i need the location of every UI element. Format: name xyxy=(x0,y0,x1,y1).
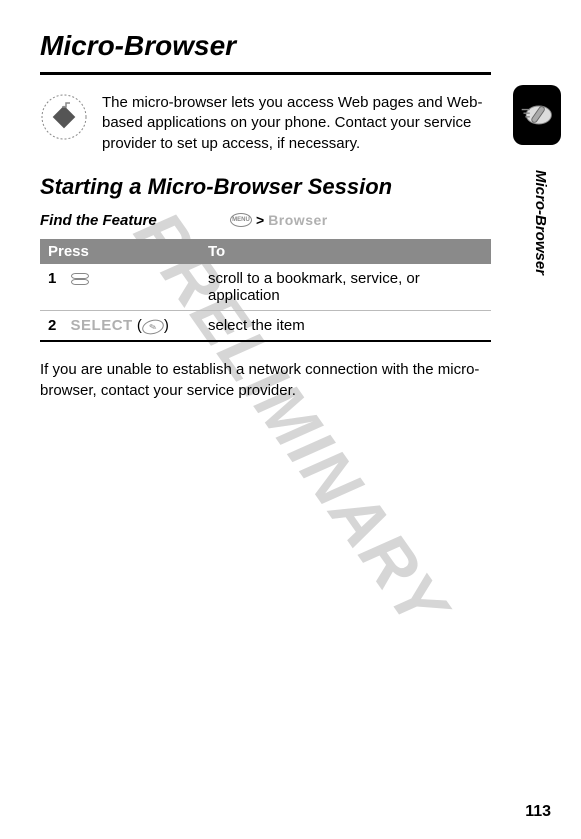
menu-key-icon: MENU xyxy=(230,213,252,227)
intro-section: The micro-browser lets you access Web pa… xyxy=(40,93,491,154)
network-subscription-icon xyxy=(40,93,88,141)
path-separator: > xyxy=(256,212,264,228)
step-description: scroll to a bookmark, service, or applic… xyxy=(200,264,491,311)
step-number: 2 xyxy=(48,317,56,334)
intro-text: The micro-browser lets you access Web pa… xyxy=(102,93,491,154)
note-text: If you are unable to establish a network… xyxy=(40,360,491,401)
step-description: select the item xyxy=(200,310,491,341)
page-number: 113 xyxy=(525,803,551,821)
table-row: 2 SELECT (✎) select the item xyxy=(40,310,491,341)
steps-table: Press To 1 scroll to a bookmark, service… xyxy=(40,239,491,343)
table-header-to: To xyxy=(200,239,491,264)
page-title: Micro-Browser xyxy=(40,30,491,62)
select-key-label: SELECT xyxy=(71,317,133,334)
table-header-press: Press xyxy=(40,239,200,264)
section-heading: Starting a Micro-Browser Session xyxy=(40,174,491,200)
path-target: Browser xyxy=(268,212,328,228)
section-tab-icon xyxy=(513,85,561,145)
find-feature-label: Find the Feature xyxy=(40,212,230,229)
table-row: 1 scroll to a bookmark, service, or appl… xyxy=(40,264,491,311)
scroll-key-icon xyxy=(71,270,89,287)
title-rule xyxy=(40,72,491,75)
side-section-label: Micro-Browser xyxy=(532,170,549,275)
soft-key-icon: ✎ xyxy=(140,318,165,337)
feature-path: MENU > Browser xyxy=(230,212,328,228)
step-number: 1 xyxy=(48,270,56,287)
find-feature-row: Find the Feature MENU > Browser xyxy=(40,212,491,229)
